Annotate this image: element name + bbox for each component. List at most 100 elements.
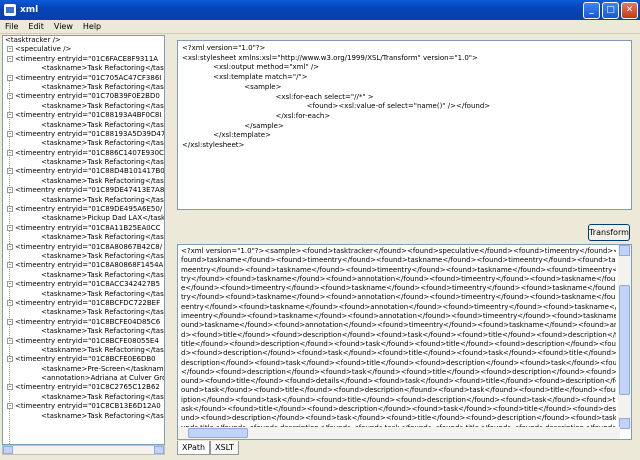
tree-node[interactable]: <taskname>Task Refactoring</taskn [3,252,164,261]
tree-node-label: <timeentry entryid="01C8BCFE04D85C6 [15,317,161,326]
collapse-icon[interactable]: - [7,187,13,194]
tree-node[interactable]: <annotation>Adriana at Culver Group [3,374,164,383]
tree-node[interactable]: - <timeentry entryid="01C8C2765C12B62 [3,383,164,392]
collapse-icon[interactable]: - [7,224,13,231]
collapse-icon[interactable]: - [7,281,13,288]
tree-node[interactable]: - <timeentry entryid="01C8BCFE08055E4 [3,337,164,346]
collapse-icon[interactable]: - [7,168,13,175]
tree-node[interactable]: - <timeentry entryid="01C705AC47CF386I [3,74,164,83]
collapse-icon[interactable]: - [7,149,13,156]
tree-node-label: <timeentry entryid="01C705AC47CF386I [15,73,162,82]
code-line: <xsl:template match="/"> [182,73,308,82]
tree-node[interactable]: - <timeentry entryid="01C8BCFE0E6DB0 [3,355,164,364]
menu-view[interactable]: View [49,20,78,33]
xslt-editor[interactable]: <?xml version="1.0"?> <xsl:stylesheet xml… [177,40,632,210]
tree-node[interactable]: - <timeentry entryid="01C89DE495A6E50/ [3,205,164,214]
tree-node-label: <timeentry entryid="01C70B39F0E2BD0 [15,92,160,101]
collapse-icon[interactable]: - [7,299,13,306]
tree-node-label: <taskname>Task Refactoring</taskn [41,195,165,204]
tree-node[interactable]: - <timeentry entryid="01C8A80867B42C8/ [3,243,164,252]
tree-node-label: <taskname>Task Refactoring</taskn [41,308,165,317]
scroll-down-icon[interactable] [619,418,630,429]
tree-node[interactable]: - <timeentry entryid="01C70B39F0E2BD0 [3,92,164,101]
tree-node[interactable]: - <timeentry entryid="01C8CB13E6D12A0 [3,402,164,411]
maximize-button[interactable]: □ [602,1,619,19]
collapse-icon[interactable]: - [7,93,13,100]
tree-node[interactable]: <taskname>Task Refactoring</taskn [3,346,164,355]
tree-node[interactable]: <taskname>Task Refactoring</taskn [3,290,164,299]
tree-node[interactable]: - <timeentry entryid="01C8ACC342427B5 [3,280,164,289]
collapse-icon[interactable]: - [7,243,13,250]
tree-node[interactable]: - <timeentry entryid="01C89DE47413E7A8 [3,186,164,195]
collapse-icon[interactable]: - [7,130,13,137]
tree-node-label: <taskname>Task Refactoring</taskn [41,82,165,91]
close-button[interactable]: ✕ [621,1,638,19]
code-line: </xsl:stylesheet> [182,141,245,150]
tree-node[interactable]: - <timeentry entryid="01C8BCFDC722BEF [3,299,164,308]
scroll-left-icon[interactable] [3,446,13,454]
menu-help[interactable]: Help [78,20,106,33]
collapse-icon[interactable]: - [7,112,13,119]
scroll-up-icon[interactable] [619,245,630,256]
tree-node-label: <taskname>Pre-Screen</taskname> [41,364,165,373]
pane-splitter[interactable] [166,35,174,455]
tree-node[interactable]: <taskname>Task Refactoring</taskn [3,102,164,111]
tree-node[interactable]: <taskname>Task Refactoring</taskn [3,196,164,205]
xml-tree-view[interactable]: <tasktracker /> - <speculative /> - <timeent… [2,35,165,445]
tree-node[interactable]: <taskname>Task Refactoring</taskn [3,64,164,73]
tree-node[interactable]: <taskname>Task Refactoring</taskn [3,83,164,92]
tree-node[interactable]: <taskname>Task Refactoring</taskn [3,233,164,242]
tree-node[interactable]: - <timeentry entryid="01C886C1407E930C [3,149,164,158]
tree-node[interactable]: <taskname>Task Refactoring</taskn [3,177,164,186]
scroll-thumb[interactable] [188,428,248,438]
collapse-icon[interactable]: - [7,262,13,269]
tree-node-label: <taskname>Pickup Dad LAX</taskna [41,214,165,223]
tree-node[interactable]: - <timeentry entryid="01C6FACE8F9311A [3,55,164,64]
tree-node-label: <timeentry entryid="01C89DE47413E7A8 [15,186,165,195]
tree-node[interactable]: - <timeentry entryid="01C88193A4BF0C8I [3,111,164,120]
scroll-thumb[interactable] [619,285,630,395]
tree-node[interactable]: <taskname>Task Refactoring</taskn [3,139,164,148]
collapse-icon[interactable]: - [7,74,13,81]
tree-node[interactable]: - <timeentry entryid="01C8A80868F1454A [3,261,164,270]
menu-edit[interactable]: Edit [23,20,49,33]
tree-node[interactable]: <taskname>Task Refactoring</taskn [3,271,164,280]
tab-xslt[interactable]: XSLT [210,441,239,455]
collapse-icon[interactable]: - [7,55,13,62]
tree-node[interactable]: <taskname>Task Refactoring</taskn [3,327,164,336]
collapse-icon[interactable]: - [7,356,13,363]
tree-horizontal-scrollbar[interactable] [2,445,165,455]
output-view[interactable]: <?xml version="1.0"?><sample><found>task… [177,244,632,440]
tree-node[interactable]: - <timeentry entryid="01C8BCFE04D85C6 [3,318,164,327]
collapse-icon[interactable]: - [7,206,13,213]
tree-node[interactable]: - <timeentry entryid="01C88193A5D39D47 [3,130,164,139]
tree-node[interactable]: <taskname>Task Refactoring</taskn [3,412,164,421]
tree-node[interactable]: <taskname>Pickup Dad LAX</taskna [3,214,164,223]
scroll-right-icon[interactable] [154,446,164,454]
tree-node[interactable]: - <timeentry entryid="01C88D4B101417B0 [3,167,164,176]
tab-strip: XPath XSLT [177,441,239,455]
transform-button[interactable]: Transform [588,224,630,241]
tree-node[interactable]: <taskname>Task Refactoring</taskn [3,121,164,130]
tree-node[interactable]: - <timeentry entryid="01C8A11B25EA0CC [3,224,164,233]
collapse-icon[interactable]: - [7,318,13,325]
collapse-icon[interactable]: - [7,384,13,391]
tree-node[interactable]: <taskname>Task Refactoring</taskn [3,308,164,317]
menu-file[interactable]: File [0,20,23,33]
tree-node[interactable]: - <speculative /> [3,45,164,54]
tree-node[interactable]: <taskname>Task Refactoring</taskn [3,393,164,402]
output-vertical-scrollbar[interactable] [618,245,631,429]
output-text[interactable]: <?xml version="1.0"?><sample><found>task… [181,247,616,433]
collapse-icon[interactable]: - [7,403,13,410]
tree-node-label: <timeentry entryid="01C8BCFE08055E4 [15,336,159,345]
tab-xpath[interactable]: XPath [177,441,211,455]
minimize-button[interactable]: _ [583,1,600,19]
tree-node-label: <taskname>Task Refactoring</taskn [41,270,165,279]
output-line: imeentry</found><found>taskname</found><… [181,312,616,321]
collapse-icon[interactable]: - [7,337,13,344]
tree-node[interactable]: <taskname>Pre-Screen</taskname> [3,365,164,374]
collapse-icon[interactable]: - [7,46,13,53]
output-horizontal-scrollbar[interactable] [178,427,620,439]
tree-node[interactable]: <taskname>Task Refactoring</taskn [3,158,164,167]
tree-node[interactable]: <tasktracker /> [3,36,164,45]
